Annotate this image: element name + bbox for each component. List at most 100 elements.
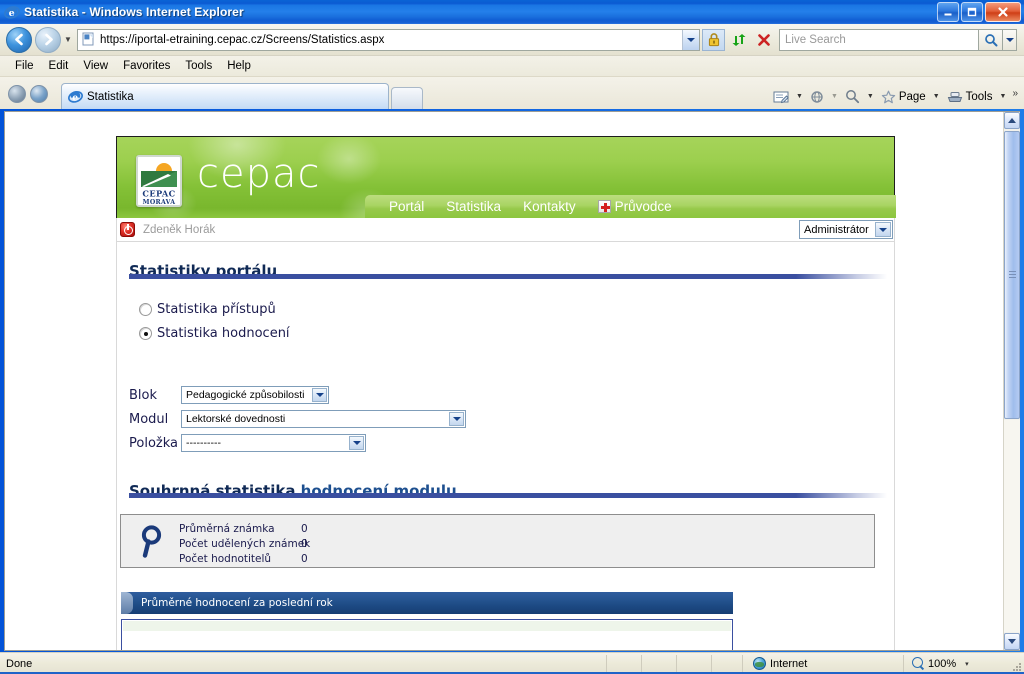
radio-statistika-hodnoceni[interactable]: Statistika hodnocení [139, 326, 290, 341]
stop-button[interactable] [752, 29, 775, 51]
select-modul[interactable]: Lektorské dovednosti [181, 410, 466, 428]
close-button[interactable] [985, 2, 1021, 22]
search-caret-icon[interactable]: ▼ [864, 93, 877, 100]
svg-text:e: e [72, 93, 78, 103]
label-modul: Modul [129, 411, 169, 427]
history-dropdown-icon[interactable]: ▼ [61, 35, 75, 44]
scrollbar-grip [1009, 271, 1016, 279]
globe-caret-icon[interactable]: ▼ [828, 93, 841, 100]
feed-caret-icon[interactable]: ▼ [793, 93, 806, 100]
nav-item-statistika[interactable]: Statistika [446, 199, 501, 214]
search-icon[interactable] [842, 88, 863, 105]
chevron-down-icon [312, 388, 327, 402]
scroll-up-button[interactable] [1004, 112, 1020, 129]
power-off-icon[interactable] [120, 222, 135, 237]
summary-heading-underline [129, 493, 887, 498]
search-provider-dropdown[interactable] [1003, 28, 1017, 51]
quick-tabs-icon[interactable] [8, 85, 26, 103]
status-bar: Done Internet 100% ▾ [0, 652, 1024, 674]
radio-statistika-pristupu[interactable]: Statistika přístupů [139, 302, 276, 317]
menu-item-file[interactable]: File [8, 59, 41, 73]
favorites-center-icon[interactable] [30, 85, 48, 103]
vertical-scrollbar[interactable] [1003, 112, 1020, 650]
status-divider [676, 654, 677, 673]
window-title: Statistika - Windows Internet Explorer [24, 5, 244, 19]
menu-item-edit[interactable]: Edit [42, 59, 76, 73]
search-go-button[interactable] [979, 28, 1003, 51]
chevron-down-icon [449, 412, 464, 426]
radio-label: Statistika přístupů [157, 302, 276, 317]
refresh-button[interactable] [727, 29, 750, 51]
cepac-logo: CEPAC MORAVA [136, 155, 182, 207]
site-banner: CEPAC MORAVA cepac Portál Statistika Kon… [116, 136, 896, 218]
zoom-control[interactable]: 100% ▾ [904, 657, 1024, 670]
page-viewport: CEPAC MORAVA cepac Portál Statistika Kon… [4, 111, 1020, 651]
stat-value-prumerna-znamka: 0 [301, 523, 308, 535]
zoom-caret-icon[interactable]: ▾ [965, 660, 969, 668]
window-controls [937, 2, 1021, 22]
chart-section-body [121, 619, 733, 650]
tab-statistika[interactable]: e Statistika [61, 83, 389, 109]
form-row-blok: Blok Pedagogické způsobilosti [129, 386, 329, 404]
address-bar[interactable]: https://iportal-etraining.cepac.cz/Scree… [77, 28, 700, 51]
forward-button[interactable] [35, 26, 61, 53]
tab-label: Statistika [87, 90, 134, 103]
user-bar: Zdeněk Horák Administrátor [116, 218, 895, 242]
security-padlock-icon[interactable] [702, 28, 725, 51]
form-row-modul: Modul Lektorské dovednosti [129, 410, 466, 428]
page-caret-icon[interactable]: ▼ [930, 93, 943, 100]
page-favicon [81, 32, 96, 47]
address-bar-url: https://iportal-etraining.cepac.cz/Scree… [100, 33, 385, 46]
label-polozka: Položka [129, 435, 178, 451]
form-row-polozka: Položka ---------- [129, 434, 366, 452]
feed-icon[interactable] [770, 89, 792, 105]
security-zone[interactable]: Internet [743, 657, 903, 670]
tab-bar: e Statistika ▼ ▼ ▼ Page ▼ Tools ▼ » [0, 77, 1024, 109]
select-blok[interactable]: Pedagogické způsobilosti [181, 386, 329, 404]
scrollbar-track[interactable] [1004, 420, 1020, 632]
nav-item-kontakty[interactable]: Kontakty [523, 199, 576, 214]
tools-menu-button[interactable]: Tools [944, 89, 996, 105]
menu-bar: File Edit View Favorites Tools Help [0, 56, 1024, 77]
radio-button-unselected[interactable] [139, 303, 152, 316]
status-divider [711, 654, 712, 673]
chart-section-title: Průměrné hodnocení za poslední rok [141, 597, 333, 609]
radio-label: Statistika hodnocení [157, 326, 290, 341]
new-tab-button[interactable] [391, 87, 423, 109]
chevron-down-icon [875, 222, 891, 237]
radio-button-selected[interactable] [139, 327, 152, 340]
menu-item-favorites[interactable]: Favorites [116, 59, 177, 73]
scroll-down-button[interactable] [1004, 633, 1020, 650]
resize-grip[interactable] [1010, 660, 1022, 672]
nav-item-pruvodce-label: Průvodce [614, 199, 672, 214]
magnifier-icon [139, 524, 165, 558]
nav-item-pruvodce[interactable]: Průvodce [597, 199, 672, 214]
menu-item-help[interactable]: Help [220, 59, 258, 73]
scrollbar-thumb[interactable] [1004, 131, 1020, 419]
back-button[interactable] [6, 26, 32, 53]
title-bar: e Statistika - Windows Internet Explorer [0, 0, 1024, 24]
select-modul-value: Lektorské dovednosti [186, 413, 286, 425]
select-polozka-value: ---------- [186, 437, 221, 449]
chevron-down-icon [349, 436, 364, 450]
search-placeholder: Live Search [785, 33, 846, 46]
chart-section-header: Průměrné hodnocení za poslední rok [121, 592, 733, 614]
maximize-button[interactable] [961, 2, 983, 22]
nav-item-portal[interactable]: Portál [389, 199, 424, 214]
tools-caret-icon[interactable]: ▼ [997, 93, 1010, 100]
select-polozka[interactable]: ---------- [181, 434, 366, 452]
globe-print-icon[interactable] [807, 89, 827, 105]
menu-item-tools[interactable]: Tools [178, 59, 219, 73]
minimize-button[interactable] [937, 2, 959, 22]
search-input[interactable]: Live Search [779, 28, 979, 51]
site-navigation: Portál Statistika Kontakty Průvodce [365, 195, 896, 218]
toolbar-overflow-icon[interactable]: » [1012, 88, 1018, 99]
stat-label-prumerna-znamka: Průměrná známka [179, 523, 275, 535]
header-nub [121, 592, 133, 614]
summary-panel: Průměrná známka 0 Počet udělených známek… [120, 514, 875, 568]
address-dropdown-icon[interactable] [682, 29, 699, 50]
page-title-underline [129, 274, 887, 279]
menu-item-view[interactable]: View [76, 59, 115, 73]
page-menu-button[interactable]: Page [878, 89, 929, 105]
role-select[interactable]: Administrátor [799, 220, 893, 239]
